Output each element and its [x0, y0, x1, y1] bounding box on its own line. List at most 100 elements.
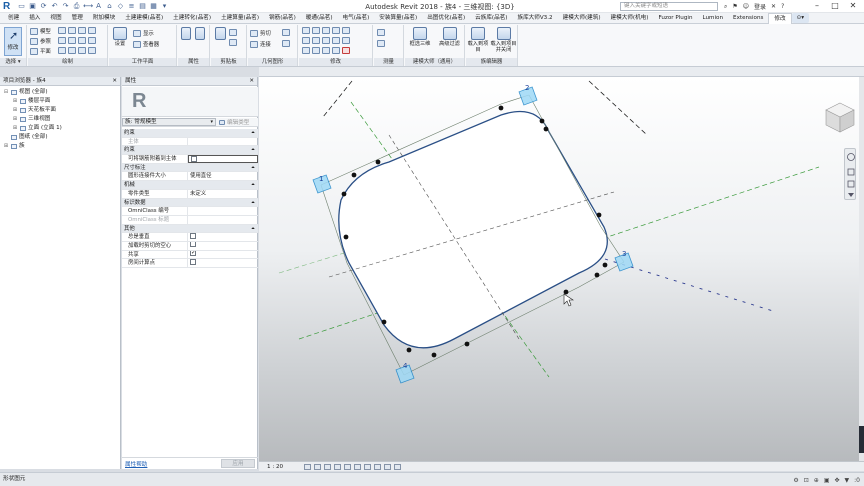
shape-handle[interactable] — [381, 319, 387, 325]
save-icon[interactable]: ▣ — [28, 1, 37, 11]
mirror-axis-icon[interactable] — [322, 27, 330, 34]
rounded-rectangle-profile[interactable] — [338, 110, 608, 349]
type-properties-button[interactable] — [194, 27, 206, 41]
box-3d-button[interactable]: 框选三维 — [406, 27, 434, 47]
section-icon[interactable]: ◇ — [116, 1, 125, 11]
join-label[interactable]: 连接 — [260, 40, 271, 48]
3d-viewport[interactable]: 1 2 3 4 — [259, 77, 864, 461]
pick-lines-icon[interactable] — [78, 47, 86, 54]
array-icon[interactable] — [302, 47, 310, 54]
zoom-icon[interactable] — [847, 168, 855, 176]
split-icon[interactable] — [342, 27, 350, 34]
property-group-header[interactable]: 机械 ⏶ — [122, 181, 258, 190]
user-icon[interactable]: ☺ — [743, 3, 749, 10]
property-value[interactable]: 使用直径 — [188, 172, 258, 180]
tree-item[interactable]: ⊞ 三维视图 — [0, 115, 120, 124]
expand-toggle-icon[interactable]: ⊟ — [3, 88, 9, 97]
property-checkbox[interactable] — [190, 250, 196, 258]
polygon-tool-icon[interactable] — [78, 27, 86, 34]
shape-handle[interactable] — [431, 352, 437, 358]
tab-create[interactable]: 创建 — [3, 13, 24, 23]
offset-icon[interactable] — [312, 27, 320, 34]
tab-pm-quantity[interactable]: 土建算量(品茗) — [216, 13, 264, 23]
text-icon[interactable]: A — [94, 1, 103, 11]
join-icon[interactable] — [250, 40, 258, 48]
hide-isolate-icon[interactable] — [384, 463, 391, 470]
tab-manage[interactable]: 管理 — [67, 13, 88, 23]
edit-type-button[interactable]: 编辑类型 — [219, 118, 249, 126]
search-input[interactable]: 键入关键字或短语 — [620, 2, 718, 11]
crop-view-icon[interactable] — [354, 463, 361, 470]
scrollbar-thumb[interactable] — [859, 426, 864, 453]
print-icon[interactable]: ⎙ — [72, 1, 81, 11]
point-tool-icon[interactable] — [68, 47, 76, 54]
steering-wheel-icon[interactable] — [847, 153, 855, 161]
arc-tool-icon[interactable] — [58, 37, 66, 44]
copy-icon[interactable] — [229, 29, 237, 36]
cut-icon[interactable] — [250, 29, 258, 37]
nav-menu-icon[interactable] — [848, 193, 854, 197]
revit-logo[interactable]: R — [3, 1, 14, 12]
measure-distance-icon[interactable] — [377, 29, 385, 36]
shape-handle[interactable] — [341, 191, 347, 197]
undo-icon[interactable]: ↶ — [50, 1, 59, 11]
close-hidden-icon[interactable]: ▤ — [138, 1, 147, 11]
tab-addins[interactable]: 附加模块 — [88, 13, 120, 23]
viewer-icon[interactable] — [133, 40, 141, 48]
tree-item[interactable]: ⊞ 立面 (立面 1) — [0, 124, 120, 133]
lock-view-icon[interactable] — [374, 463, 381, 470]
measure-icon[interactable]: ⟷ — [83, 1, 93, 11]
property-checkbox[interactable] — [191, 156, 197, 162]
tab-modify[interactable]: 修改 — [768, 12, 792, 24]
view-cube[interactable] — [822, 99, 858, 139]
show-workplane-icon[interactable] — [133, 29, 141, 37]
dimension-icon[interactable] — [377, 40, 385, 47]
help-icon[interactable]: ? — [781, 3, 784, 10]
sun-path-icon[interactable] — [324, 463, 331, 470]
select-by-face-icon[interactable]: ▣ — [824, 474, 830, 486]
corner-marker[interactable]: 2 — [518, 84, 538, 106]
apply-button[interactable]: 应用 — [221, 459, 255, 468]
model-line-icon[interactable] — [30, 27, 38, 35]
reference-line-icon[interactable] — [30, 37, 38, 45]
property-checkbox[interactable] — [190, 259, 196, 265]
match-type-icon[interactable] — [229, 39, 237, 46]
property-group-header[interactable]: 标识数据 ⏶ — [122, 198, 258, 208]
view-cube-icon[interactable] — [822, 99, 858, 137]
tab-view[interactable]: 视图 — [45, 13, 66, 23]
tab-jzds-arch[interactable]: 建模大师(建筑) — [558, 13, 606, 23]
corner-marker[interactable]: 3 — [614, 250, 634, 272]
advanced-filter-button[interactable]: 高级过滤 — [435, 27, 464, 47]
cart-icon[interactable]: ⚑ — [732, 3, 737, 10]
tab-insert[interactable]: 插入 — [24, 13, 45, 23]
ellipse-tool-icon[interactable] — [58, 47, 66, 54]
tab-pm-drawing[interactable]: 出图优化(品茗) — [422, 13, 470, 23]
shape-handle[interactable] — [406, 347, 412, 353]
load-into-project-button[interactable]: 载入到项目 — [467, 27, 489, 53]
tab-options[interactable]: ⊙▾ — [791, 13, 810, 23]
draw-plane-label[interactable]: 平面 — [40, 47, 51, 55]
property-checkbox[interactable] — [190, 241, 196, 248]
tab-pm-hvac[interactable]: 暖通(品茗) — [301, 13, 338, 23]
property-group-header[interactable]: 其他 ⏶ — [122, 224, 258, 234]
reveal-hidden-icon[interactable] — [394, 463, 401, 470]
tab-pm-modeling[interactable]: 土建建模(品茗) — [120, 13, 168, 23]
tree-item[interactable]: ⊞ 天花板平面 — [0, 106, 120, 115]
visual-style-icon[interactable] — [314, 463, 321, 470]
shape-handle[interactable] — [539, 118, 545, 124]
void-icon[interactable] — [282, 29, 290, 36]
shape-handle[interactable] — [351, 172, 357, 178]
trim-icon[interactable] — [332, 37, 340, 44]
binoculars-icon[interactable]: ⌕ — [724, 3, 727, 11]
collapse-icon[interactable]: ⏶ — [248, 129, 258, 137]
select-dropdown[interactable]: 选择 ▾ — [0, 58, 26, 66]
rectangle-tool-icon[interactable] — [68, 27, 76, 34]
3d-view-icon[interactable]: ⌂ — [105, 1, 114, 11]
shape-handle[interactable] — [375, 159, 381, 165]
render-icon[interactable] — [344, 463, 351, 470]
collapse-icon[interactable]: ⏶ — [248, 146, 258, 154]
show-label[interactable]: 显示 — [143, 29, 154, 37]
drag-elements-icon[interactable]: ✥ — [835, 474, 840, 486]
shape-handle[interactable] — [464, 341, 470, 347]
sign-in-link[interactable]: 登录 — [754, 2, 766, 11]
